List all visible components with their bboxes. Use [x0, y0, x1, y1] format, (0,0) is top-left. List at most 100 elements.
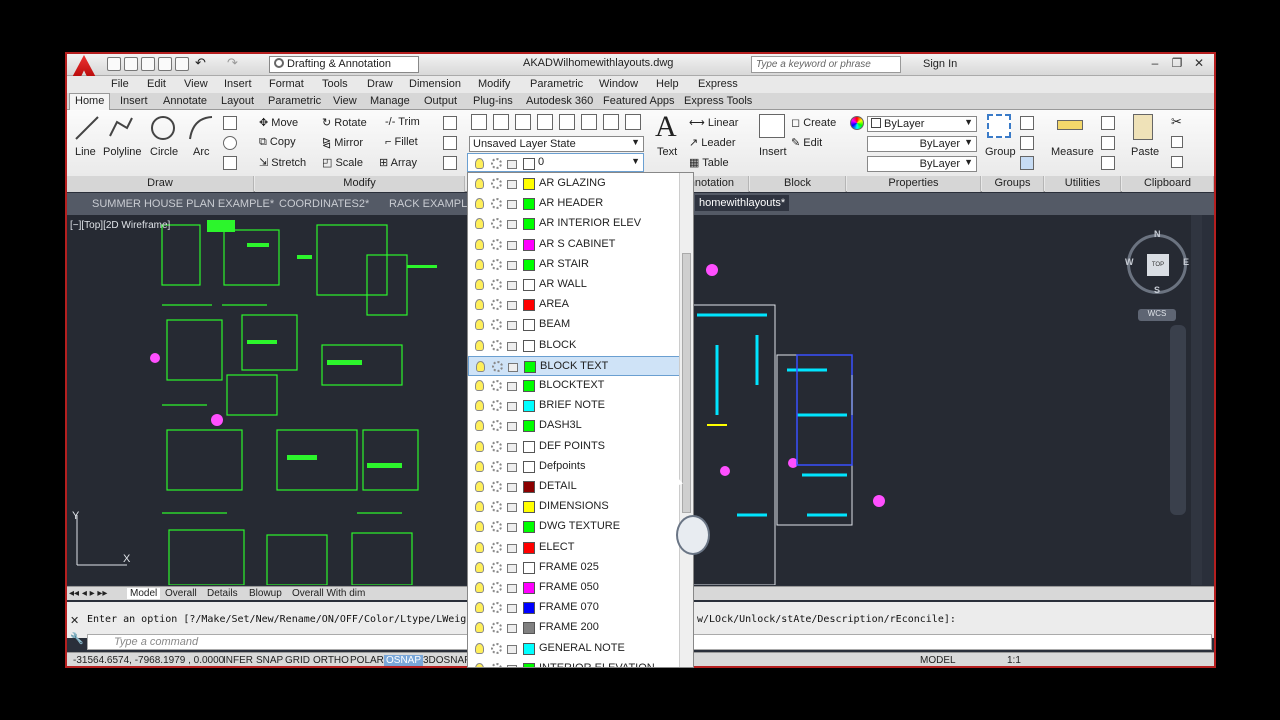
group-label[interactable]: Group [985, 146, 1016, 158]
layer-item[interactable]: FRAME 025 [468, 558, 680, 578]
lightbulb-icon[interactable] [475, 642, 484, 654]
sun-icon[interactable] [491, 258, 502, 270]
lightbulb-icon[interactable] [475, 481, 484, 492]
tab-manage[interactable]: Manage [370, 95, 410, 107]
unlock-icon[interactable] [508, 362, 518, 372]
layer-item[interactable]: FRAME 200 [468, 618, 680, 638]
circle-icon[interactable] [149, 114, 177, 142]
lightbulb-icon[interactable] [475, 501, 484, 513]
polyline-icon[interactable] [107, 114, 135, 142]
layout-nav-arrows[interactable]: ◂◂ ◂ ▸ ▸▸ [69, 588, 107, 599]
layer-item[interactable]: FRAME 070 [468, 598, 680, 618]
navigation-bar[interactable] [1170, 325, 1186, 515]
minimize-button[interactable]: – [1144, 56, 1166, 70]
sun-icon[interactable] [491, 602, 502, 614]
layer-state-select[interactable]: Unsaved Layer State ▼ [469, 136, 644, 152]
clipboard-panel-title[interactable]: Clipboard [1122, 176, 1214, 192]
unlock-icon[interactable] [507, 260, 517, 270]
menu-modify[interactable]: Modify [478, 78, 510, 90]
wcs-menu[interactable]: WCS [1138, 309, 1176, 321]
layer-item[interactable]: AREA [468, 295, 680, 315]
sun-icon[interactable] [491, 380, 502, 391]
layer-isolate-icon[interactable] [515, 114, 531, 130]
doc-tab-rack-example[interactable]: RACK EXAMPLE* [389, 198, 479, 210]
unlock-icon[interactable] [507, 462, 517, 472]
sign-in-link[interactable]: Sign In [923, 58, 957, 70]
doc-tab-coordinates2[interactable]: COORDINATES2* [279, 198, 369, 210]
sun-icon[interactable] [491, 198, 502, 210]
menu-window[interactable]: Window [599, 78, 638, 90]
unlock-icon[interactable] [507, 442, 517, 452]
lightbulb-icon[interactable] [475, 561, 484, 573]
sun-icon[interactable] [491, 400, 502, 412]
linear-button[interactable]: ⟷ Linear [689, 116, 738, 129]
toggle-snap[interactable]: SNAP [256, 655, 283, 666]
insert-block-icon[interactable] [759, 114, 785, 138]
open-icon[interactable] [124, 57, 138, 71]
undo-icon[interactable]: ↶ [195, 55, 209, 70]
sun-icon[interactable] [491, 521, 502, 533]
unlock-icon[interactable] [507, 422, 517, 432]
sun-icon[interactable] [491, 178, 502, 189]
layer-item[interactable]: FRAME 050 [468, 578, 680, 598]
layout-tab-overall-with-dim[interactable]: Overall With dim [292, 588, 365, 599]
layer-item[interactable]: DASH3L [468, 416, 680, 436]
save-icon[interactable] [141, 57, 155, 71]
layer-item[interactable]: AR WALL [468, 275, 680, 295]
workspace-select[interactable]: Drafting & Annotation [269, 56, 419, 73]
lineweight-select[interactable]: ByLayer ▼ [867, 136, 977, 152]
lightbulb-icon[interactable] [476, 360, 485, 372]
layer-item[interactable]: INTERIOR ELEVATION [468, 659, 680, 667]
toggle-osnap[interactable]: OSNAP [384, 655, 424, 666]
sun-icon[interactable] [491, 501, 502, 513]
lightbulb-icon[interactable] [475, 460, 484, 472]
tab-parametric[interactable]: Parametric [268, 95, 321, 107]
viewport-controls[interactable]: [−][Top][2D Wireframe] [70, 220, 170, 231]
search-input[interactable]: Type a keyword or phrase [751, 56, 901, 73]
lightbulb-icon[interactable] [475, 299, 484, 311]
erase-icon[interactable] [443, 116, 457, 130]
sun-icon[interactable] [491, 460, 502, 472]
lightbulb-icon[interactable] [475, 339, 484, 351]
layer-item[interactable]: DEF POINTS [468, 437, 680, 457]
quick-select-icon[interactable] [1101, 116, 1115, 130]
sun-icon[interactable] [491, 299, 502, 311]
layer-match-icon[interactable] [581, 114, 597, 130]
plot-icon[interactable] [175, 57, 189, 71]
lightbulb-icon[interactable] [475, 218, 484, 230]
layer-item[interactable]: AR STAIR [468, 255, 680, 275]
menu-parametric[interactable]: Parametric [530, 78, 583, 90]
toggle-grid[interactable]: GRID [285, 655, 310, 666]
sun-icon[interactable] [491, 481, 502, 492]
layer-item[interactable]: DETAIL [468, 477, 680, 497]
arc-label[interactable]: Arc [193, 146, 210, 158]
rotate-button[interactable]: ↻ Rotate [322, 116, 367, 129]
menu-tools[interactable]: Tools [322, 78, 348, 90]
tab-plugins[interactable]: Plug-ins [473, 95, 513, 107]
layer-item[interactable]: Defpoints [468, 457, 680, 477]
layer-dropdown[interactable]: AR GLAZING AR HEADER AR INTERIOR ELEV AR S … [467, 172, 694, 668]
block-panel-title[interactable]: Block [750, 176, 846, 192]
group-icon[interactable] [987, 114, 1011, 138]
lightbulb-icon[interactable] [475, 319, 484, 331]
menu-express[interactable]: Express [698, 78, 738, 90]
copy-clip-icon[interactable] [1171, 136, 1183, 148]
tab-view[interactable]: View [333, 95, 357, 107]
unlock-icon[interactable] [507, 281, 517, 290]
vertical-scrollbar[interactable] [1191, 215, 1202, 585]
layer-item[interactable]: BEAM [468, 315, 680, 335]
tab-home[interactable]: Home [69, 93, 111, 110]
layout-tab-model[interactable]: Model [127, 588, 161, 599]
layer-select[interactable]: 0 ▼ [467, 153, 644, 172]
fillet-button[interactable]: ⌐ Fillet [385, 136, 418, 148]
edit-block-button[interactable]: ✎ Edit [791, 136, 822, 149]
cut-icon[interactable]: ✂ [1171, 114, 1182, 130]
leader-button[interactable]: ↗ Leader [689, 136, 736, 149]
menu-insert[interactable]: Insert [224, 78, 252, 90]
lightbulb-icon[interactable] [475, 178, 484, 189]
tab-insert[interactable]: Insert [120, 95, 148, 107]
offset-icon[interactable] [443, 156, 457, 170]
sun-icon[interactable] [491, 561, 502, 573]
matchprop-icon[interactable] [1171, 156, 1183, 168]
line-icon[interactable] [73, 114, 101, 142]
